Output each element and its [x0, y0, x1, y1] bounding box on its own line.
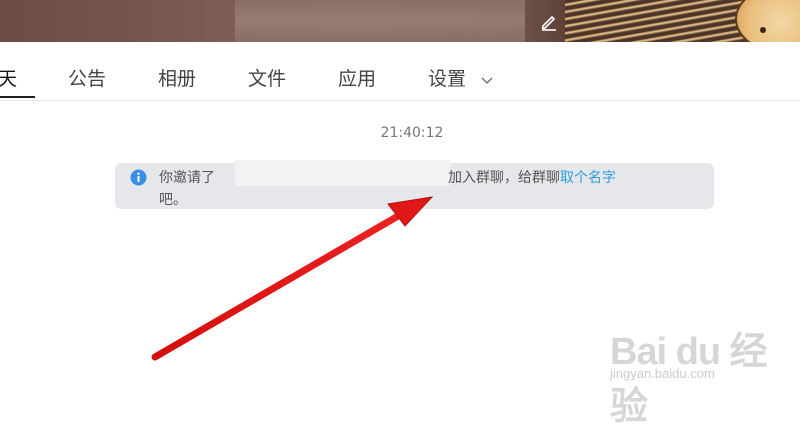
notice-suffix-line: 加入群聊，给群聊取个名字	[448, 167, 616, 187]
system-notice: 你邀请了 加入群聊，给群聊取个名字 吧。	[115, 160, 714, 209]
tab-chat-label: 天	[0, 68, 18, 90]
info-icon	[130, 169, 147, 186]
tab-chat[interactable]: 天	[0, 64, 33, 91]
notice-prefix: 你邀请了	[159, 170, 215, 186]
mascot-eye	[760, 27, 766, 33]
tab-apps-label: 应用	[338, 68, 377, 90]
edit-icon[interactable]	[538, 10, 560, 32]
baidu-jingyan-watermark: Bai du 经验 jingyan.baidu.com	[610, 312, 790, 428]
tab-apps[interactable]: 应用	[338, 64, 376, 91]
tab-files[interactable]: 文件	[248, 64, 286, 91]
tab-announcement[interactable]: 公告	[68, 64, 106, 91]
message-timestamp: 21:40:12	[380, 125, 444, 141]
header-banner	[0, 0, 800, 42]
notice-line2: 吧。	[159, 192, 187, 208]
watermark-sub: jingyan.baidu.com	[610, 366, 715, 381]
mascot-image	[735, 0, 800, 42]
notice-suffix: 加入群聊，给群聊	[448, 170, 560, 186]
name-group-link[interactable]: 取个名字	[560, 170, 616, 186]
tab-settings[interactable]: 设置	[428, 64, 494, 91]
tab-settings-label: 设置	[428, 68, 467, 90]
group-tabs: 天 公告 相册 文件 应用 设置	[0, 50, 800, 101]
tab-album-label: 相册	[158, 68, 197, 90]
redacted-member-names	[235, 160, 450, 186]
tab-album[interactable]: 相册	[158, 64, 196, 91]
active-tab-indicator	[0, 96, 35, 98]
tab-files-label: 文件	[248, 68, 287, 90]
tab-announcement-label: 公告	[68, 68, 107, 90]
chevron-down-icon	[481, 77, 493, 84]
blurred-group-name	[235, 0, 525, 42]
